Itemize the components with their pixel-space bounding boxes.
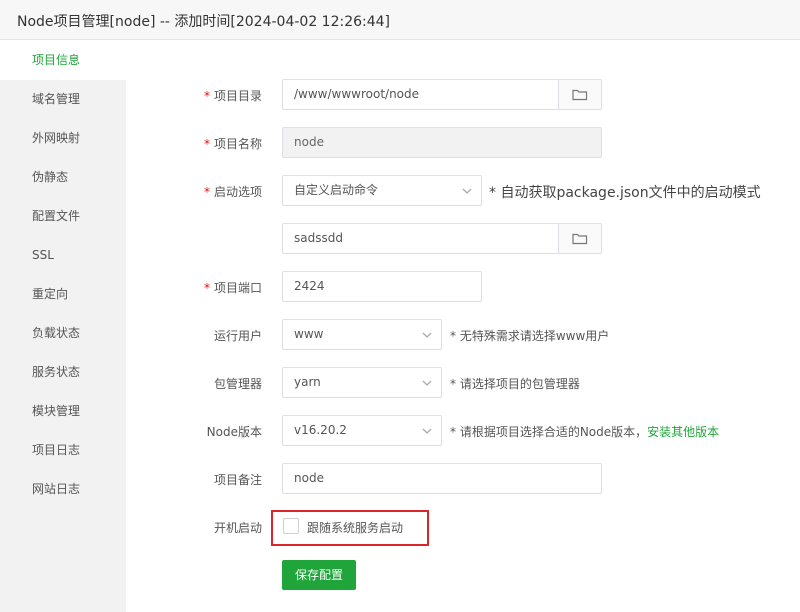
project-note-input[interactable]: node: [282, 463, 602, 494]
project-note-label: 项目备注: [213, 473, 262, 487]
node-version-select[interactable]: v16.20.2: [282, 415, 442, 446]
sidebar-item-service-status[interactable]: 服务状态: [0, 353, 126, 392]
dialog-titlebar: Node项目管理[node] -- 添加时间[2024-04-02 12:26:…: [0, 0, 800, 40]
project-dir-input[interactable]: /www/wwwroot/node: [282, 79, 602, 110]
dialog-title: Node项目管理[node] -- 添加时间[2024-04-02 12:26:…: [17, 14, 391, 30]
sidebar-item-config-file[interactable]: 配置文件: [0, 197, 126, 236]
package-manager-label: 包管理器: [213, 377, 262, 391]
sidebar-item-project-log[interactable]: 项目日志: [0, 431, 126, 470]
start-option-label: * 启动选项: [203, 185, 262, 199]
run-user-hint: * 无特殊需求请选择www用户: [450, 329, 610, 343]
run-user-select[interactable]: www: [282, 319, 442, 350]
project-dir-label: * 项目目录: [203, 89, 262, 103]
chevron-down-icon: [422, 332, 432, 338]
boot-start-checkbox[interactable]: [283, 518, 299, 534]
chevron-down-icon: [462, 188, 472, 194]
sidebar-item-external-mapping[interactable]: 外网映射: [0, 119, 126, 158]
boot-start-checkbox-label[interactable]: 跟随系统服务启动: [307, 519, 403, 536]
sidebar-item-redirect[interactable]: 重定向: [0, 275, 126, 314]
chevron-down-icon: [422, 428, 432, 434]
start-option-hint: * 自动获取package.json文件中的启动模式: [489, 185, 761, 201]
node-version-label: Node版本: [206, 425, 262, 439]
sidebar-item-module-manage[interactable]: 模块管理: [0, 392, 126, 431]
sidebar-item-ssl[interactable]: SSL: [0, 236, 126, 275]
project-name-label: * 项目名称: [203, 137, 262, 151]
package-manager-select[interactable]: yarn: [282, 367, 442, 398]
sidebar: 项目信息 域名管理 外网映射 伪静态 配置文件 SSL 重定向 负载状态 服务状…: [0, 41, 126, 612]
start-command-input[interactable]: sadssdd: [282, 223, 602, 254]
start-option-select[interactable]: 自定义启动命令: [282, 175, 482, 206]
sidebar-item-rewrite[interactable]: 伪静态: [0, 158, 126, 197]
boot-start-label: 开机启动: [213, 521, 262, 535]
save-config-button[interactable]: 保存配置: [282, 560, 357, 590]
chevron-down-icon: [422, 380, 432, 386]
run-user-label: 运行用户: [213, 329, 262, 343]
sidebar-item-project-info[interactable]: 项目信息: [0, 41, 126, 80]
sidebar-item-load-status[interactable]: 负载状态: [0, 314, 126, 353]
folder-icon: [572, 89, 588, 101]
folder-icon: [572, 233, 588, 245]
project-port-label: * 项目端口: [203, 281, 262, 295]
node-version-hint: * 请根据项目选择合适的Node版本，安装其他版本: [450, 425, 720, 439]
project-port-input[interactable]: 2424: [282, 271, 482, 302]
project-dir-browse-button[interactable]: [558, 80, 601, 109]
project-form: * 项目目录 /www/wwwroot/node * 项目名称 node * 启动选项…: [126, 41, 800, 612]
project-name-input[interactable]: node: [282, 127, 602, 158]
sidebar-item-site-log[interactable]: 网站日志: [0, 470, 126, 509]
start-command-browse-button[interactable]: [558, 224, 601, 253]
sidebar-item-domain[interactable]: 域名管理: [0, 80, 126, 119]
install-other-version-link[interactable]: 安装其他版本: [647, 425, 719, 439]
package-manager-hint: * 请选择项目的包管理器: [450, 377, 580, 391]
